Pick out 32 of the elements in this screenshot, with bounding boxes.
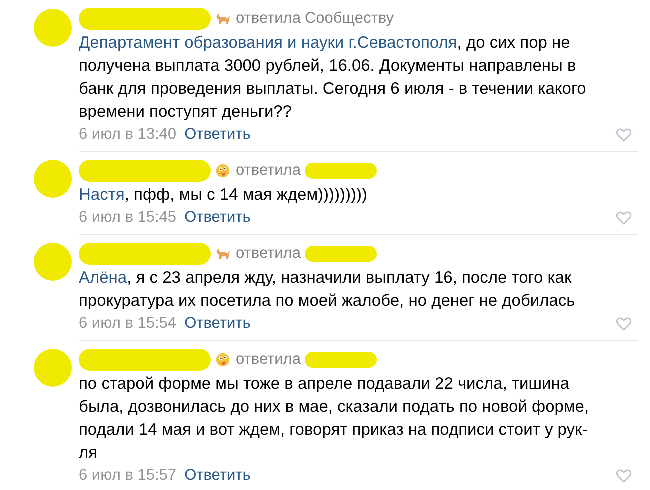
reply-to-label: ответила [236,10,301,28]
emoji-icon [215,353,231,367]
reply-to-label: ответила [236,245,301,263]
emoji-icon [215,164,231,178]
reply-link[interactable]: Ответить [184,209,251,227]
comment-date: 6 июл в 13:40 [79,126,177,144]
redaction-mark [34,9,72,47]
reply-link[interactable]: Ответить [184,315,251,333]
reply-to-label: ответила [236,162,301,180]
cat-icon [215,12,231,26]
reply-link[interactable]: Ответить [184,467,251,485]
redaction-mark [34,349,72,387]
recipient-link[interactable]: Сообществу [304,10,394,28]
comment-text: по старой форме мы тоже в апреле подавали 22 числа, тишина была, дозвонилась до них в мае, сказали подать по новой форме, подали 14 мая и вот ждем, говорят приказ на подписи стоит у рук- ля [79,374,590,464]
like-icon[interactable] [616,469,632,483]
cat-icon [215,247,231,261]
redaction-mark [34,160,72,198]
comment-date: 6 июл в 15:45 [79,209,177,227]
reply-link[interactable]: Ответить [184,126,251,144]
mention-link[interactable]: Департамент образования и науки г.Севастополя [79,34,458,52]
like-icon[interactable] [616,128,632,142]
redaction-mark [34,243,72,281]
comment-text: Алёна, я с 23 апреля жду, назначили выплату 16, после того как прокуратура их посетила по моей жалобе, но денег не добилась [79,268,576,312]
comment-text: Департамент образования и науки г.Севастополя, до сих пор не получена выплата 3000 рублей, 16.06. Документы направлены в банк для проведения выплаты. Сегодня 6 июля - в течении какого времени поступят деньги?? [79,33,588,123]
comment-text: Настя, пфф, мы с 14 мая ждем))))))))) [79,185,369,206]
comment-date: 6 июл в 15:54 [79,315,177,333]
reply-to-label: ответила [236,351,301,369]
mention-link[interactable]: Настя [79,186,125,204]
mention-link[interactable]: Алёна [79,269,128,287]
like-icon[interactable] [616,211,632,225]
like-icon[interactable] [616,317,632,331]
comment-date: 6 июл в 15:57 [79,467,177,485]
